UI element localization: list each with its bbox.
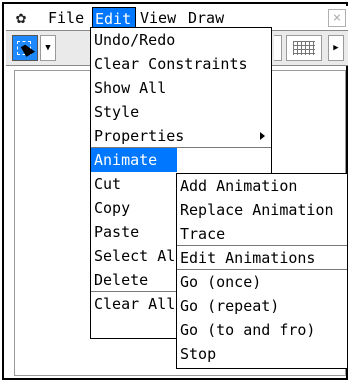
- menu-item-go-repeat[interactable]: Go (repeat): [177, 294, 347, 318]
- menu-item-go-to-and-fro[interactable]: Go (to and fro): [177, 318, 347, 342]
- toolbar-scroll-right-button[interactable]: ▶: [328, 35, 344, 61]
- menu-item-undo-redo[interactable]: Undo/Redo: [91, 28, 271, 52]
- menu-item-style[interactable]: Style: [91, 100, 271, 124]
- select-tool-button[interactable]: [12, 35, 38, 61]
- menu-item-animate[interactable]: Animate: [91, 148, 177, 172]
- menu-view[interactable]: View: [138, 7, 178, 29]
- menu-draw[interactable]: Draw: [186, 7, 226, 29]
- menu-item-replace-animation[interactable]: Replace Animation: [177, 198, 347, 222]
- menu-item-properties[interactable]: Properties: [91, 124, 271, 148]
- menu-item-add-animation[interactable]: Add Animation: [177, 174, 347, 198]
- select-tool-dropdown[interactable]: ▼: [40, 35, 56, 61]
- menu-edit[interactable]: Edit: [92, 7, 136, 29]
- animate-submenu: Add Animation Replace Animation Trace Ed…: [176, 173, 348, 369]
- app-window: ✿ File Edit View Draw × ▼ ▶ Undo/Redo Cl…: [2, 2, 348, 380]
- submenu-arrow-icon: [260, 132, 265, 140]
- close-icon[interactable]: ×: [328, 9, 346, 27]
- grid-icon: [293, 41, 315, 55]
- menu-item-edit-animations[interactable]: Edit Animations: [177, 246, 347, 270]
- toolbar-button-partial[interactable]: [274, 35, 282, 61]
- menu-item-properties-label: Properties: [94, 127, 185, 145]
- menu-item-clear-constraints[interactable]: Clear Constraints: [91, 52, 271, 76]
- gear-icon[interactable]: ✿: [12, 8, 30, 28]
- menu-item-trace[interactable]: Trace: [177, 222, 347, 246]
- menu-item-go-once[interactable]: Go (once): [177, 270, 347, 294]
- menu-file[interactable]: File: [46, 7, 86, 29]
- grid-toggle-button[interactable]: [286, 35, 322, 61]
- menu-item-show-all[interactable]: Show All: [91, 76, 271, 100]
- menu-item-stop[interactable]: Stop: [177, 342, 347, 366]
